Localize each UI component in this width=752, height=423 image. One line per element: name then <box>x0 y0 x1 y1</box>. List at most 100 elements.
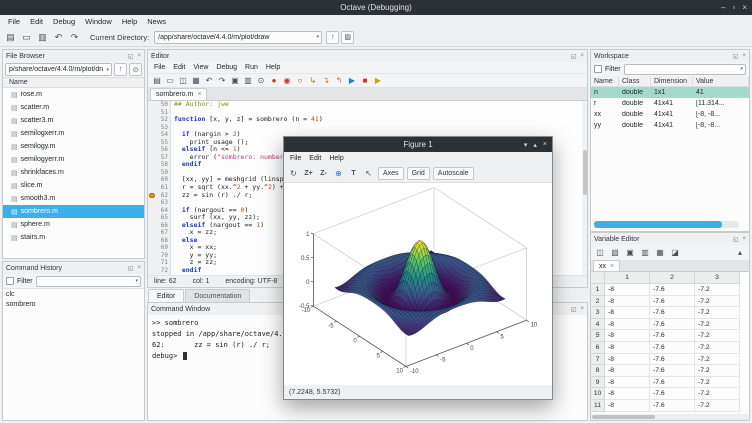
scrollbar-thumb[interactable] <box>594 221 722 228</box>
grid-row-header[interactable]: 1 <box>591 284 605 296</box>
window-titlebar[interactable]: Octave (Debugging) –▫× <box>0 0 752 15</box>
undock-icon[interactable]: ◱ <box>571 53 577 60</box>
grid-cell[interactable]: -7.6 <box>650 377 695 389</box>
copy-icon[interactable]: ▣ <box>624 247 636 259</box>
figure-axes-button[interactable]: Axes <box>378 167 404 180</box>
workspace-row[interactable]: ndouble1x141 <box>591 87 749 98</box>
grid-row-header[interactable]: 2 <box>591 296 605 308</box>
command-history-header[interactable]: Command History ◱× <box>3 262 144 274</box>
step-in-icon[interactable]: ↴ <box>320 75 332 87</box>
open-file-icon[interactable]: ▭ <box>164 75 176 87</box>
workspace-column-name[interactable]: Name <box>591 76 619 86</box>
grid-cell[interactable]: -7.2 <box>695 319 740 331</box>
zoom-in-button[interactable]: Z+ <box>302 167 315 180</box>
menu-news[interactable]: News <box>142 16 171 27</box>
grid-cell[interactable]: -7.6 <box>650 354 695 366</box>
editor-header[interactable]: Editor ◱× <box>148 50 587 62</box>
figure-grid-button[interactable]: Grid <box>407 167 430 180</box>
workspace-row[interactable]: xxdouble41x41[-8, -8... <box>591 109 749 120</box>
history-item[interactable]: sombrero <box>3 299 144 309</box>
file-item[interactable]: ▤smooth3.m <box>3 192 144 205</box>
menu-help[interactable]: Help <box>117 16 142 27</box>
grid-row-header[interactable]: 5 <box>591 330 605 342</box>
tab-xx[interactable]: xx × <box>593 260 620 271</box>
workspace-row[interactable]: rdouble41x41[11.314... <box>591 98 749 109</box>
figure-window[interactable]: Figure 1 ▾▴× FileEditHelp ↻Z+Z-⊕T↖AxesGr… <box>283 136 553 400</box>
undock-icon[interactable]: ◱ <box>128 53 134 60</box>
step-out-icon[interactable]: ↰ <box>333 75 345 87</box>
grid-cell[interactable]: -7.2 <box>695 388 740 400</box>
grid-cell[interactable]: -7.2 <box>695 296 740 308</box>
breakpoint-gutter[interactable] <box>148 101 156 109</box>
paste-icon[interactable]: ▥ <box>242 75 254 87</box>
new-file-icon[interactable]: ▤ <box>151 75 163 87</box>
surface-plot[interactable] <box>284 183 552 384</box>
editor-menu-edit[interactable]: Edit <box>169 64 189 71</box>
path-combo[interactable]: p/share/octave/4.4.0/m/plot/draw ▾ <box>5 63 112 76</box>
grid-cell[interactable]: -8 <box>605 377 650 389</box>
workspace-column-class[interactable]: Class <box>619 76 651 86</box>
menu-debug[interactable]: Debug <box>48 16 80 27</box>
undock-icon[interactable]: ◱ <box>733 53 739 60</box>
figure-titlebar[interactable]: Figure 1 ▾▴× <box>284 137 552 152</box>
figure-menu-help[interactable]: Help <box>325 155 347 162</box>
breakpoint-gutter[interactable] <box>148 207 156 215</box>
file-item[interactable]: ▤sphere.m <box>3 218 144 231</box>
breakpoint-gutter[interactable] <box>148 161 156 169</box>
grid-cell[interactable]: -7.2 <box>695 284 740 296</box>
grid-cell[interactable]: -7.2 <box>695 365 740 377</box>
file-item[interactable]: ▤semilogy.m <box>3 140 144 153</box>
editor-menu-debug[interactable]: Debug <box>212 64 241 71</box>
breakpoint-gutter[interactable] <box>148 214 156 222</box>
grid-row-header[interactable]: 10 <box>591 388 605 400</box>
grid-cell[interactable]: -8 <box>605 388 650 400</box>
chevron-down-icon[interactable]: ▾ <box>314 34 320 40</box>
workspace-hscrollbar[interactable] <box>594 221 739 228</box>
grid-cell[interactable]: -7.6 <box>650 365 695 377</box>
search-icon[interactable]: ⊙ <box>129 63 142 76</box>
workspace-row[interactable]: yydouble41x41[-8, -8... <box>591 120 749 131</box>
variable-grid[interactable]: 1231-8-7.6-7.22-8-7.6-7.23-8-7.6-7.24-8-… <box>591 272 749 414</box>
file-item[interactable]: ▤scatter3.m <box>3 114 144 127</box>
tab-editor[interactable]: Editor <box>148 289 184 302</box>
file-item[interactable]: ▤semilogyerr.m <box>3 153 144 166</box>
collapse-up-icon[interactable]: ▴ <box>734 247 746 259</box>
close-panel-icon[interactable]: × <box>580 306 584 312</box>
run-file-icon[interactable]: ▶ <box>372 75 384 87</box>
grid-row-header[interactable]: 7 <box>591 354 605 366</box>
grid-cell[interactable]: -8 <box>605 284 650 296</box>
close-panel-icon[interactable]: × <box>742 236 746 242</box>
figure-menu-file[interactable]: File <box>286 155 305 162</box>
grid-column-header[interactable]: 2 <box>650 272 695 284</box>
tab-documentation[interactable]: Documentation <box>185 289 250 302</box>
breakpoint-gutter[interactable] <box>148 154 156 162</box>
new-script-icon[interactable]: ▤ <box>4 31 17 44</box>
close-icon[interactable]: × <box>197 91 201 98</box>
grid-row-header[interactable]: 3 <box>591 307 605 319</box>
tab-sombrero[interactable]: sombrero.m × <box>150 88 207 100</box>
editor-menu-view[interactable]: View <box>189 64 212 71</box>
menu-file[interactable]: File <box>3 16 25 27</box>
grid-cell[interactable]: -7.6 <box>650 296 695 308</box>
workspace-column-value[interactable]: Value <box>693 76 749 86</box>
undock-icon[interactable]: ◱ <box>571 306 577 313</box>
save-icon[interactable]: ◫ <box>594 247 606 259</box>
breakpoint-gutter[interactable] <box>148 131 156 139</box>
next-breakpoint-icon[interactable]: ◉ <box>281 75 293 87</box>
variable-editor-header[interactable]: Variable Editor ◱× <box>591 233 749 245</box>
quit-debug-icon[interactable]: ■ <box>359 75 371 87</box>
select-icon[interactable]: ↖ <box>362 167 375 180</box>
breakpoint-gutter[interactable] <box>148 176 156 184</box>
file-item[interactable]: ▤semilogxerr.m <box>3 127 144 140</box>
grid-cell[interactable]: -7.2 <box>695 400 740 412</box>
filter-combo[interactable]: ▾ <box>624 64 746 75</box>
copy-icon[interactable]: ▣ <box>229 75 241 87</box>
editor-menu-help[interactable]: Help <box>262 64 284 71</box>
history-item[interactable]: clc <box>3 289 144 299</box>
open-file-icon[interactable]: ▭ <box>20 31 33 44</box>
variable-editor-hscrollbar[interactable] <box>591 414 749 420</box>
grid-row-header[interactable]: 11 <box>591 400 605 412</box>
breakpoint-gutter[interactable] <box>148 184 156 192</box>
figure-canvas-area[interactable] <box>284 183 552 385</box>
chevron-down-icon[interactable]: ▾ <box>737 66 743 72</box>
